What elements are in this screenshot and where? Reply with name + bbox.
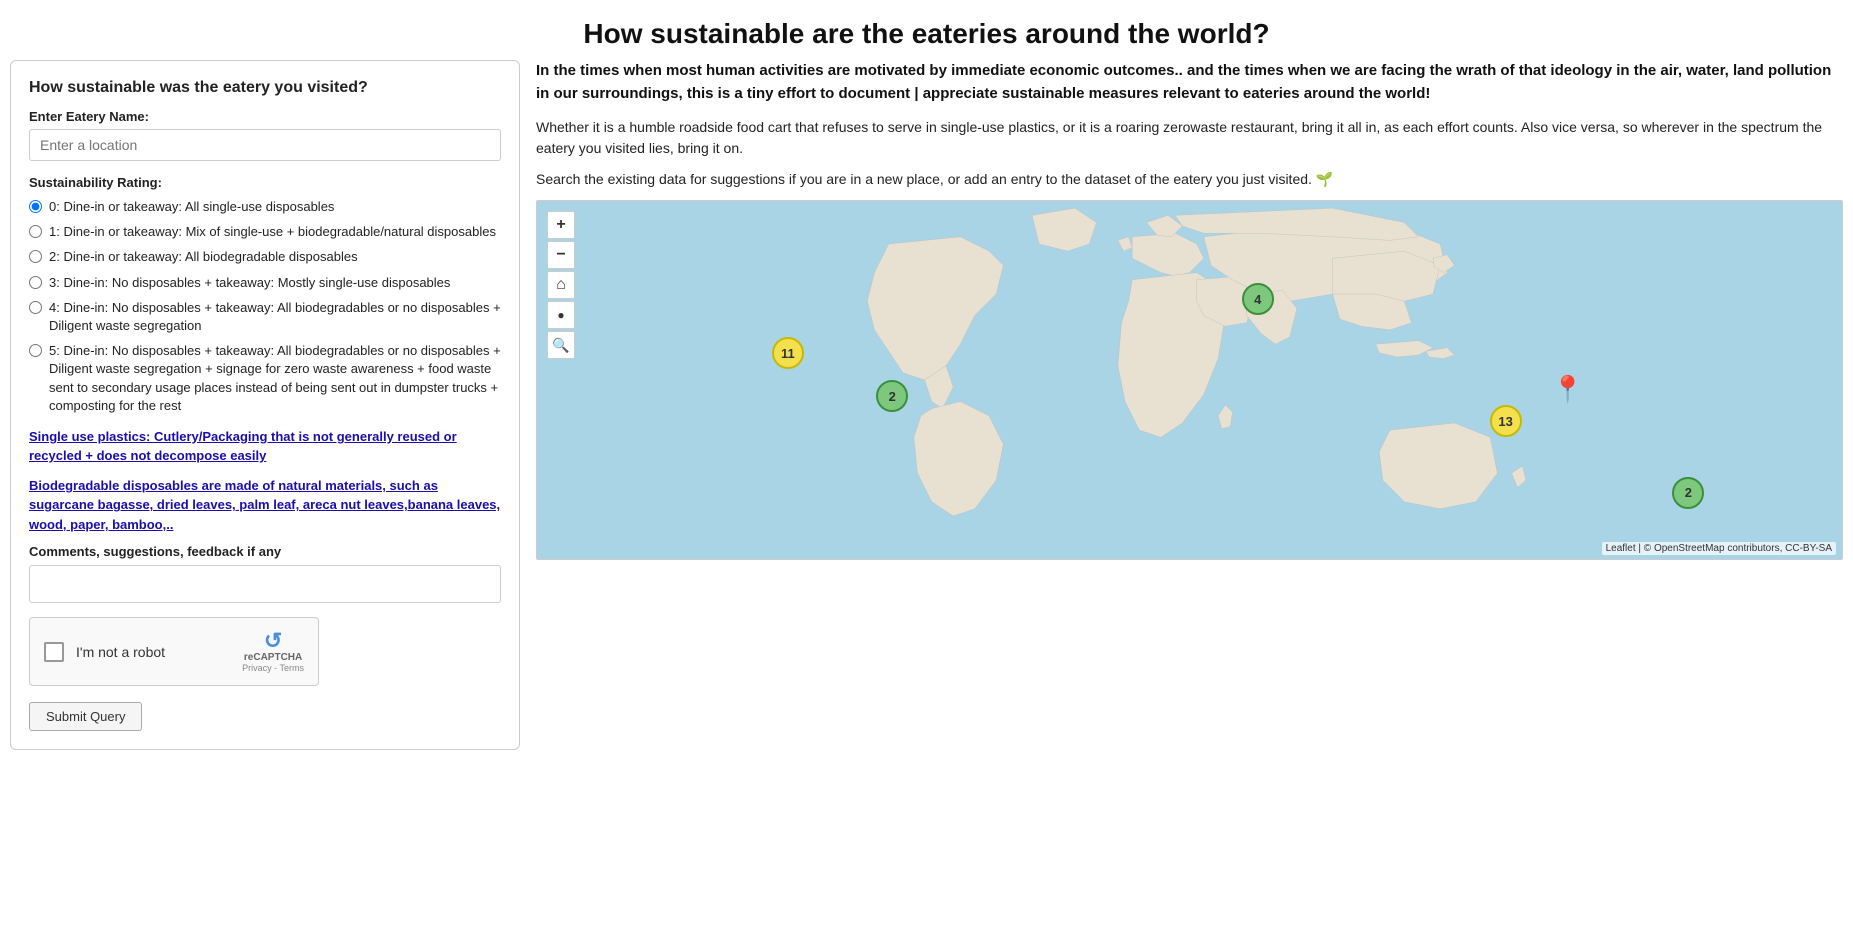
rating-radio-5[interactable]	[29, 344, 42, 357]
left-panel: How sustainable was the eatery you visit…	[10, 60, 520, 750]
zoom-in-button[interactable]: +	[547, 211, 575, 239]
captcha-box: I'm not a robot ↺ reCAPTCHA Privacy - Te…	[29, 617, 319, 686]
captcha-terms[interactable]: Terms	[280, 663, 305, 673]
cluster-cluster-11[interactable]: 11	[772, 337, 804, 369]
rating-radio-0[interactable]	[29, 200, 42, 213]
rating-label-0: 0: Dine-in or takeaway: All single-use d…	[49, 198, 334, 216]
map-attribution: Leaflet | © OpenStreetMap contributors, …	[1602, 542, 1836, 555]
eatery-name-input[interactable]	[29, 129, 501, 161]
info-link-2[interactable]: Biodegradable disposables are made of na…	[29, 476, 501, 535]
rating-label-1: 1: Dine-in or takeaway: Mix of single-us…	[49, 223, 496, 241]
zoom-out-button[interactable]: −	[547, 241, 575, 269]
recaptcha-brand: reCAPTCHA	[244, 652, 302, 663]
recaptcha-logo: ↺	[264, 630, 282, 652]
captcha-links: Privacy - Terms	[242, 663, 304, 673]
captcha-text: I'm not a robot	[76, 644, 165, 660]
submit-button[interactable]: Submit Query	[29, 702, 142, 731]
captcha-privacy[interactable]: Privacy	[242, 663, 272, 673]
captcha-checkbox[interactable]	[44, 642, 64, 662]
map-svg	[537, 201, 1842, 559]
rating-radio-2[interactable]	[29, 250, 42, 263]
page-title: How sustainable are the eateries around …	[0, 0, 1853, 60]
rating-label-2: 2: Dine-in or takeaway: All biodegradabl…	[49, 248, 358, 266]
pin-marker-1[interactable]: 📍	[1552, 374, 1584, 405]
locate-button[interactable]: ●	[547, 301, 575, 329]
leaflet-link[interactable]: Leaflet	[1606, 543, 1636, 554]
comments-input[interactable]	[29, 565, 501, 603]
rating-radio-3[interactable]	[29, 276, 42, 289]
sub-description: Whether it is a humble roadside food car…	[536, 117, 1843, 159]
rating-label-5: 5: Dine-in: No disposables + takeaway: A…	[49, 342, 501, 415]
cluster-cluster-2-aus[interactable]: 2	[1672, 477, 1704, 509]
cluster-cluster-4[interactable]: 4	[1242, 283, 1274, 315]
rating-item-0: 0: Dine-in or takeaway: All single-use d…	[29, 198, 501, 216]
cluster-cluster-13[interactable]: 13	[1490, 405, 1522, 437]
rating-label-4: 4: Dine-in: No disposables + takeaway: A…	[49, 299, 501, 335]
form-heading: How sustainable was the eatery you visit…	[29, 79, 501, 97]
rating-label-3: 3: Dine-in: No disposables + takeaway: M…	[49, 274, 450, 292]
search-button[interactable]: 🔍	[547, 331, 575, 359]
info-link-1[interactable]: Single use plastics: Cutlery/Packaging t…	[29, 427, 501, 466]
home-button[interactable]: ⌂	[547, 271, 575, 299]
rating-item-4: 4: Dine-in: No disposables + takeaway: A…	[29, 299, 501, 335]
rating-item-1: 1: Dine-in or takeaway: Mix of single-us…	[29, 223, 501, 241]
rating-item-2: 2: Dine-in or takeaway: All biodegradabl…	[29, 248, 501, 266]
rating-radio-4[interactable]	[29, 301, 42, 314]
ratings-group: 0: Dine-in or takeaway: All single-use d…	[29, 198, 501, 415]
world-map[interactable]: + − ⌂ ● 🔍 1124132 📍 Leaflet | © OpenStre…	[536, 200, 1843, 560]
rating-item-5: 5: Dine-in: No disposables + takeaway: A…	[29, 342, 501, 415]
sustainability-label: Sustainability Rating:	[29, 175, 501, 190]
right-panel: In the times when most human activities …	[536, 60, 1843, 750]
main-description: In the times when most human activities …	[536, 60, 1843, 105]
comments-label: Comments, suggestions, feedback if any	[29, 544, 501, 559]
rating-radio-1[interactable]	[29, 225, 42, 238]
eatery-name-label: Enter Eatery Name:	[29, 109, 501, 124]
osm-attribution: © OpenStreetMap contributors, CC-BY-SA	[1644, 543, 1832, 554]
search-description: Search the existing data for suggestions…	[536, 169, 1843, 190]
rating-item-3: 3: Dine-in: No disposables + takeaway: M…	[29, 274, 501, 292]
map-controls: + − ⌂ ● 🔍	[547, 211, 575, 361]
